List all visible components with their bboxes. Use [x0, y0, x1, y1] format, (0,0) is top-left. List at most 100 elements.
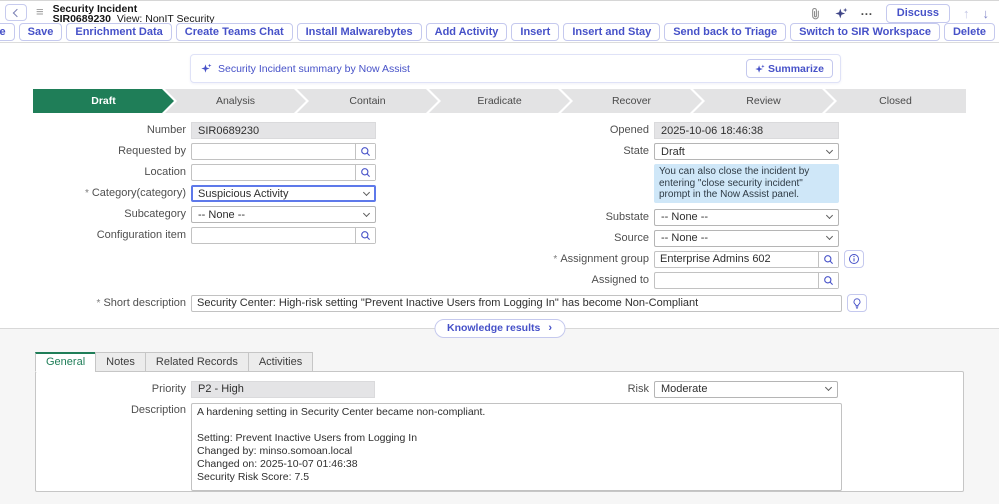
summarize-button[interactable]: Summarize — [745, 59, 833, 78]
risk-select[interactable]: Moderate — [654, 380, 838, 398]
requested-by-input[interactable] — [192, 144, 355, 159]
category-select[interactable]: Suspicious Activity — [191, 185, 376, 202]
subcategory-select[interactable]: -- None -- — [191, 206, 376, 223]
description-textarea[interactable]: A hardening setting in Security Center b… — [191, 402, 842, 491]
chevron-left-icon — [12, 8, 22, 17]
search-icon[interactable] — [355, 144, 375, 159]
state-label: State — [623, 145, 649, 157]
knowledge-results-button[interactable]: Knowledge results › — [433, 318, 566, 338]
assigned-to-label: Assigned to — [591, 273, 649, 286]
record-title-block: Security Incident SIR0689230 View: NonIT… — [53, 4, 215, 25]
install-malwarebytes-button[interactable]: Install Malwarebytes — [296, 23, 422, 41]
substate-label: Substate — [605, 210, 649, 223]
panel-column-right: Risk Moderate — [499, 380, 963, 403]
field-row-state: State Draft — [499, 143, 999, 160]
now-assist-icon[interactable] — [835, 7, 848, 20]
configuration-item-field — [191, 227, 376, 244]
requested-by-label: Requested by — [118, 145, 186, 157]
tab-activities[interactable]: Activities — [247, 351, 314, 372]
substate-select[interactable]: -- None -- — [654, 208, 839, 226]
previous-record-icon[interactable]: ↑ — [963, 6, 970, 21]
form-column-right: Opened 2025-10-06 18:46:38 State Draft Y… — [499, 122, 999, 293]
field-row-requested-by: Requested by — [0, 143, 499, 160]
save-button[interactable]: Save — [18, 23, 63, 41]
switch-to-sir-workspace-button[interactable]: Switch to SIR Workspace — [790, 23, 940, 41]
lower-section: Knowledge results › General Notes Relate… — [0, 318, 999, 504]
stage-closed: Closed — [825, 89, 966, 113]
attachment-icon[interactable] — [809, 7, 822, 21]
discuss-button[interactable]: Discuss — [885, 4, 950, 23]
insert-and-stay-button[interactable]: Insert and Stay — [563, 23, 661, 41]
menu-icon[interactable]: ≡ — [36, 5, 44, 19]
source-value: -- None -- — [661, 232, 709, 244]
required-marker: * — [96, 297, 101, 309]
search-icon[interactable] — [355, 165, 375, 180]
form-fields: Number SIR0689230 Requested by Location … — [0, 122, 999, 293]
app-header: ≡ Security Incident SIR0689230 View: Non… — [0, 0, 999, 43]
short-description-input[interactable] — [191, 294, 842, 312]
location-label: Location — [144, 166, 186, 178]
required-marker: * — [553, 253, 558, 265]
location-input[interactable] — [192, 165, 355, 180]
stage-draft: Draft — [33, 89, 174, 113]
now-assist-summary-bar: Security Incident summary by Now Assist … — [190, 54, 841, 83]
location-field — [191, 164, 376, 181]
priority-field: P2 - High — [191, 380, 375, 398]
general-tab-panel: Priority P2 - High Risk Moderate Descrip… — [35, 370, 964, 492]
risk-value: Moderate — [661, 383, 708, 395]
tab-general[interactable]: General — [35, 351, 96, 372]
search-icon[interactable] — [818, 251, 838, 267]
tab-notes[interactable]: Notes — [95, 351, 145, 372]
assignment-group-info-button[interactable] — [844, 250, 864, 268]
form-column-left: Number SIR0689230 Requested by Location … — [0, 122, 499, 293]
field-row-opened: Opened 2025-10-06 18:46:38 — [499, 122, 999, 139]
state-select[interactable]: Draft — [654, 143, 839, 160]
field-row-priority: Priority P2 - High — [36, 380, 499, 398]
opened-label: Opened — [609, 124, 649, 136]
requested-by-field — [191, 143, 376, 160]
description-label: Description — [130, 403, 186, 416]
lightbulb-icon[interactable] — [847, 294, 867, 312]
assignment-group-input[interactable] — [655, 251, 818, 267]
category-label: * Category(category) — [84, 187, 186, 199]
category-value: Suspicious Activity — [198, 187, 289, 200]
create-teams-chat-button[interactable]: Create Teams Chat — [175, 23, 293, 41]
priority-label: Priority — [151, 382, 186, 395]
chevron-down-icon — [362, 188, 371, 196]
toolbar: Follow Update Save Enrichment Data Creat… — [0, 23, 995, 41]
add-activity-button[interactable]: Add Activity — [425, 23, 508, 41]
risk-label: Risk — [627, 382, 649, 395]
summarize-label: Summarize — [767, 62, 824, 75]
stage-review: Review — [693, 89, 834, 113]
configuration-item-input[interactable] — [192, 228, 355, 243]
substate-value: -- None -- — [661, 211, 709, 223]
source-select[interactable]: -- None -- — [654, 229, 839, 247]
sparkle-plus-icon — [755, 64, 765, 74]
field-row-category: * Category(category) Suspicious Activity — [0, 185, 499, 202]
field-row-source: Source -- None -- — [499, 229, 999, 247]
assigned-to-input[interactable] — [655, 272, 818, 288]
tab-related-records[interactable]: Related Records — [144, 351, 248, 372]
update-button[interactable]: Update — [0, 23, 15, 41]
stage-analysis: Analysis — [165, 89, 306, 113]
insert-button[interactable]: Insert — [511, 23, 560, 41]
header-icons: ··· Discuss ↑ ↓ — [809, 4, 993, 23]
now-assist-summary-label: Security Incident summary by Now Assist — [218, 62, 410, 75]
chevron-down-icon — [825, 211, 834, 220]
knowledge-results-label: Knowledge results — [446, 322, 541, 334]
delete-button[interactable]: Delete — [943, 23, 995, 41]
send-back-to-triage-button[interactable]: Send back to Triage — [664, 23, 787, 41]
number-field: SIR0689230 — [191, 122, 376, 139]
assignment-group-label: * Assignment group — [553, 252, 649, 265]
assignment-group-field — [654, 250, 839, 268]
state-value: Draft — [661, 145, 685, 158]
enrichment-data-button[interactable]: Enrichment Data — [66, 23, 172, 41]
search-icon[interactable] — [818, 272, 838, 288]
search-icon[interactable] — [355, 228, 375, 243]
more-options-icon[interactable]: ··· — [861, 7, 873, 21]
next-record-icon[interactable]: ↓ — [983, 6, 990, 21]
assigned-to-field — [654, 271, 839, 289]
back-button[interactable] — [5, 4, 27, 21]
configuration-item-label: Configuration item — [96, 229, 186, 241]
sparkle-icon — [201, 63, 212, 74]
